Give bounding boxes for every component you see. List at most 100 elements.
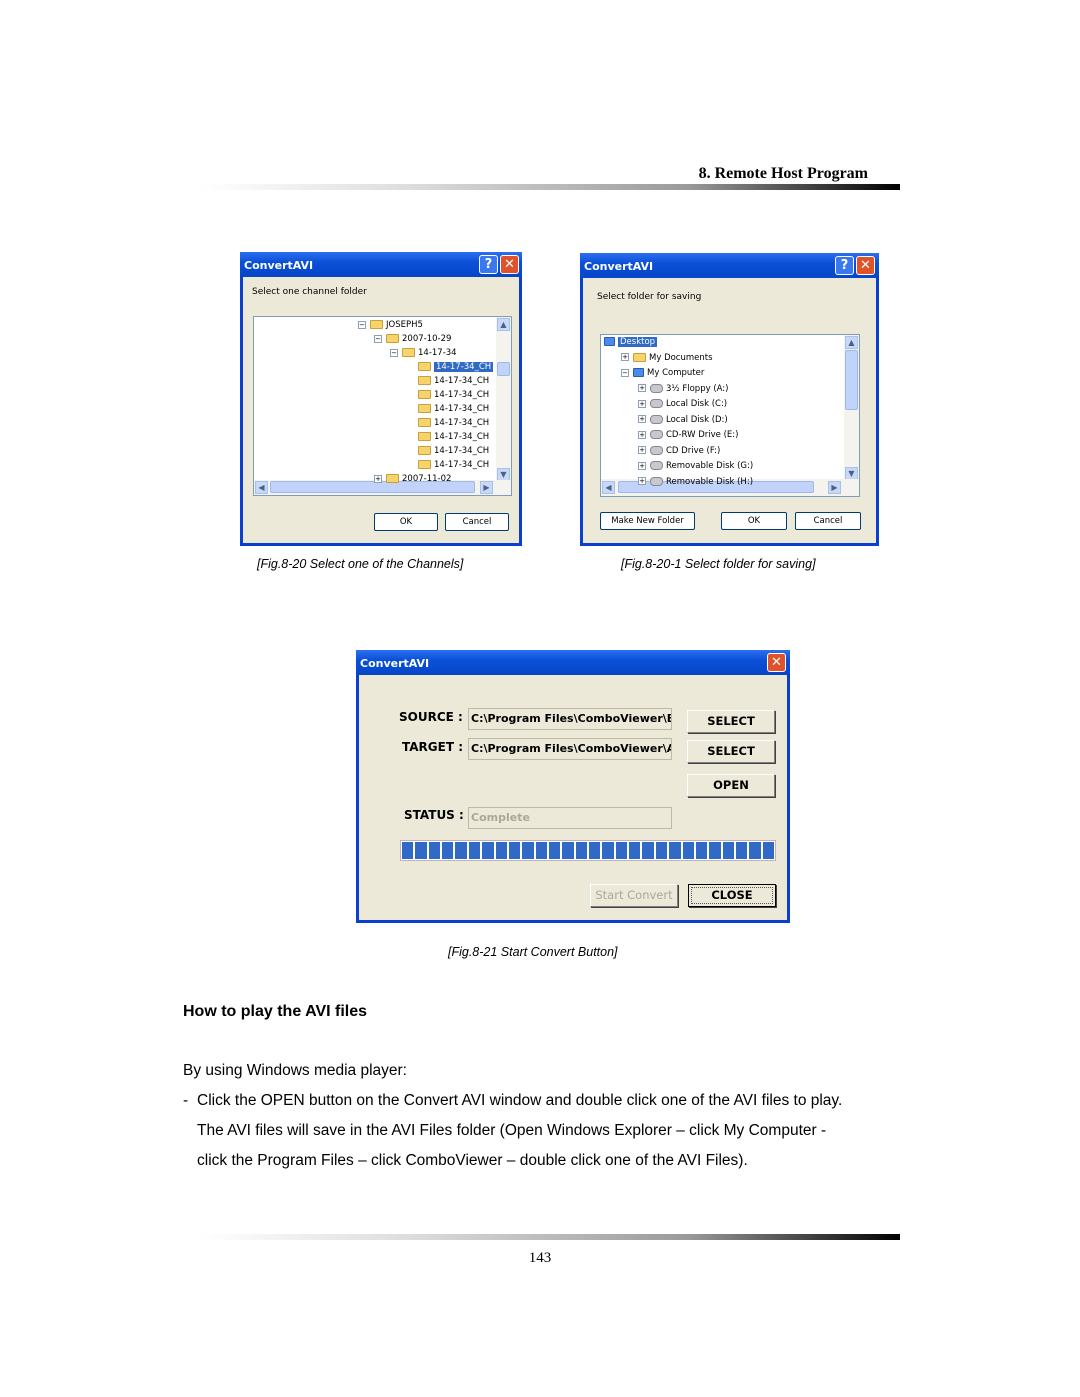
tree-item[interactable]: + Local Disk (C:) bbox=[638, 398, 727, 411]
progress-segment bbox=[669, 842, 681, 859]
collapse-icon[interactable]: − bbox=[621, 368, 629, 377]
instruction-line: The AVI files will save in the AVI Files… bbox=[197, 1122, 827, 1139]
scroll-thumb[interactable] bbox=[845, 350, 858, 410]
expand-icon[interactable]: + bbox=[621, 353, 629, 361]
instruction-line: click the Program Files – click ComboVie… bbox=[197, 1152, 748, 1169]
tree-item[interactable]: 14-17-34_CH bbox=[406, 389, 489, 402]
folder-tree[interactable]: ▲ ▼ ◀ ▶ − JOSEPH5−2007-10-29−14-17-34 14-1… bbox=[253, 316, 512, 496]
tree-item[interactable]: 14-17-34_CH bbox=[406, 431, 489, 444]
folder-tree[interactable]: ▲ ▼ ◀ ▶ Desktop + My Documents − My Computer… bbox=[600, 334, 860, 497]
scroll-left-icon[interactable]: ◀ bbox=[255, 481, 268, 494]
tree-item[interactable]: + My Documents bbox=[621, 352, 713, 365]
close-button[interactable]: ✕ bbox=[500, 255, 519, 274]
close-button[interactable]: ✕ bbox=[856, 256, 875, 275]
expand-icon[interactable]: + bbox=[638, 415, 646, 423]
progress-segment bbox=[455, 842, 467, 859]
tree-item[interactable]: Desktop bbox=[604, 336, 658, 349]
expand-icon[interactable]: + bbox=[638, 477, 646, 485]
folder-icon bbox=[402, 348, 415, 357]
folder-icon bbox=[370, 320, 383, 329]
progress-segment bbox=[482, 842, 494, 859]
title-bar: ConvertAVI ? ✕ bbox=[580, 253, 879, 278]
cd-icon bbox=[650, 430, 663, 439]
help-button[interactable]: ? bbox=[835, 256, 854, 275]
tree-item[interactable]: − My Computer bbox=[621, 367, 704, 380]
close-button[interactable]: ✕ bbox=[767, 653, 786, 672]
expand-icon[interactable]: + bbox=[374, 474, 382, 483]
tree-item[interactable]: +2007-11-02 bbox=[374, 473, 451, 486]
tree-item[interactable]: − 2007-10-29 bbox=[374, 333, 451, 346]
collapse-icon[interactable]: − bbox=[374, 334, 382, 343]
select-target-button[interactable]: SELECT bbox=[687, 740, 775, 763]
tree-item-label: Removable Disk (H:) bbox=[666, 476, 754, 487]
floppy-icon bbox=[650, 383, 663, 393]
tree-item[interactable]: 14-17-34_CH bbox=[406, 403, 489, 416]
section-heading: How to play the AVI files bbox=[183, 1003, 368, 1020]
vertical-scrollbar[interactable]: ▲ ▼ bbox=[496, 317, 511, 482]
dialog-title: ConvertAVI bbox=[360, 657, 430, 670]
scroll-right-icon[interactable]: ▶ bbox=[480, 481, 493, 494]
tree-item[interactable]: − JOSEPH5 bbox=[358, 319, 423, 332]
convert-avi-dialog: ConvertAVI ✕ SOURCE : C:\Program Files\C… bbox=[356, 650, 790, 923]
disk-icon bbox=[650, 414, 663, 424]
status-label: STATUS : bbox=[404, 808, 464, 822]
tree-item[interactable]: 14-17-34_CH bbox=[406, 459, 489, 472]
ok-button[interactable]: OK bbox=[721, 512, 787, 530]
tree-item-label: 14-17-34_CH bbox=[434, 390, 490, 400]
footer-rule bbox=[200, 1234, 900, 1240]
tree-item-label: Removable Disk (G:) bbox=[666, 461, 754, 471]
open-button[interactable]: OPEN bbox=[687, 774, 775, 797]
section-header: 8. Remote Host Program bbox=[698, 165, 868, 182]
scroll-right-icon[interactable]: ▶ bbox=[828, 481, 841, 494]
folder-icon bbox=[418, 432, 431, 441]
tree-item[interactable]: 14-17-34_CH bbox=[406, 445, 489, 458]
header-rule bbox=[200, 184, 900, 190]
scroll-up-icon[interactable]: ▲ bbox=[497, 318, 510, 331]
progress-segment bbox=[655, 842, 668, 859]
expand-icon[interactable]: + bbox=[638, 461, 646, 470]
expand-icon[interactable]: + bbox=[638, 430, 646, 439]
expand-icon[interactable]: + bbox=[638, 446, 646, 454]
cancel-button[interactable]: Cancel bbox=[445, 513, 509, 531]
tree-item[interactable]: 14-17-34_CH bbox=[406, 361, 494, 374]
target-field[interactable]: C:\Program Files\ComboViewer\AVI bbox=[468, 738, 672, 760]
source-field[interactable]: C:\Program Files\ComboViewer\Bac bbox=[468, 708, 672, 730]
ok-button[interactable]: OK bbox=[374, 513, 438, 531]
start-convert-button[interactable]: Start Convert bbox=[590, 884, 678, 907]
help-button[interactable]: ? bbox=[479, 255, 498, 274]
cancel-button[interactable]: Cancel bbox=[795, 512, 861, 530]
select-source-button[interactable]: SELECT bbox=[687, 710, 775, 733]
folder-icon bbox=[418, 376, 431, 385]
tree-item[interactable]: + Local Disk (D:) bbox=[638, 414, 728, 427]
bullet-marker: - bbox=[183, 1092, 189, 1109]
vertical-scrollbar[interactable]: ▲ ▼ bbox=[844, 335, 859, 481]
tree-item[interactable]: − 14-17-34 bbox=[390, 347, 457, 360]
tree-item[interactable]: +3½ Floppy (A:) bbox=[638, 383, 728, 396]
scroll-up-icon[interactable]: ▲ bbox=[845, 336, 858, 349]
tree-item[interactable]: + CD-RW Drive (E:) bbox=[638, 429, 738, 442]
close-dialog-button[interactable]: CLOSE bbox=[688, 884, 776, 907]
dialog-prompt: Select folder for saving bbox=[597, 292, 702, 302]
progress-segment bbox=[762, 842, 775, 859]
scroll-thumb[interactable] bbox=[497, 362, 510, 376]
tree-item[interactable]: 14-17-34_CH bbox=[406, 417, 489, 430]
progress-segment bbox=[415, 842, 427, 859]
folder-icon bbox=[418, 404, 431, 413]
page-number: 143 bbox=[528, 1250, 552, 1266]
figure-caption: [Fig.8-21 Start Convert Button] bbox=[448, 945, 618, 959]
tree-item[interactable]: 14-17-34_CH bbox=[406, 375, 489, 388]
progress-segment bbox=[629, 842, 641, 859]
make-new-folder-button[interactable]: Make New Folder bbox=[600, 512, 695, 530]
expand-icon[interactable]: + bbox=[638, 384, 646, 392]
folder-icon bbox=[418, 418, 431, 427]
progress-segment bbox=[575, 842, 588, 859]
collapse-icon[interactable]: − bbox=[390, 348, 398, 357]
tree-item[interactable]: + CD Drive (F:) bbox=[638, 445, 720, 458]
figure-caption: [Fig.8-20 Select one of the Channels] bbox=[257, 557, 464, 571]
expand-icon[interactable]: + bbox=[638, 399, 646, 408]
progress-segment bbox=[535, 842, 547, 859]
tree-item[interactable]: + Removable Disk (H:) bbox=[638, 476, 753, 489]
tree-item[interactable]: + Removable Disk (G:) bbox=[638, 460, 753, 473]
collapse-icon[interactable]: − bbox=[358, 320, 366, 329]
scroll-left-icon[interactable]: ◀ bbox=[602, 481, 615, 494]
